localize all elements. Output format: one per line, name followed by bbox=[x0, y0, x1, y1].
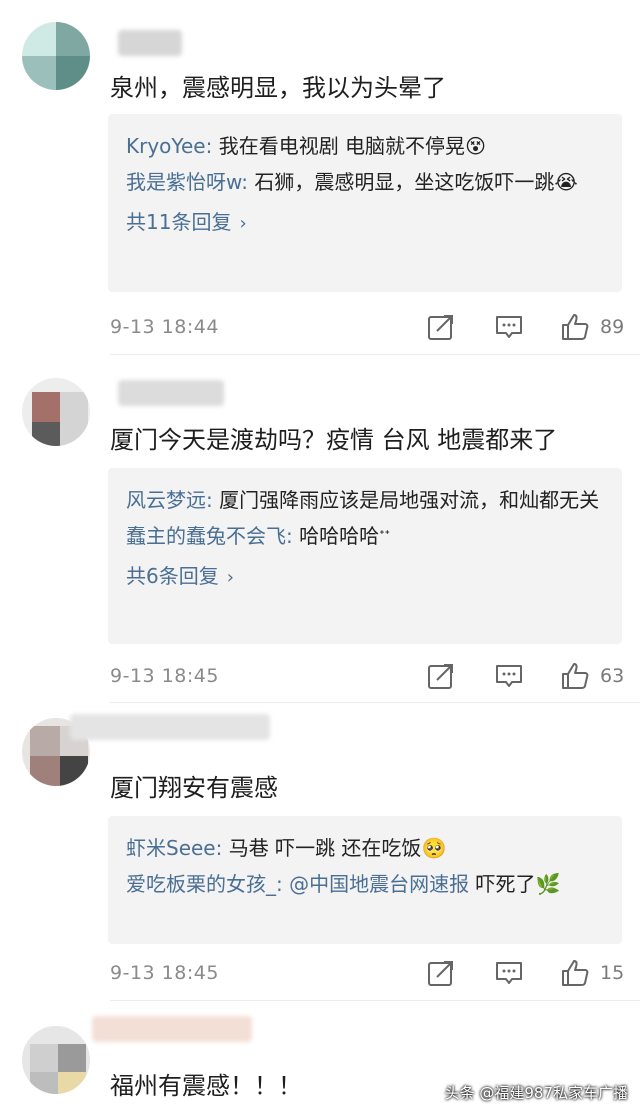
reply-item: 蠢主的蠢兔不会飞: 哈哈哈哈ᕀᕀ bbox=[126, 518, 604, 554]
like-count: 63 bbox=[600, 665, 625, 687]
username-blurred[interactable] bbox=[70, 714, 270, 740]
reply-username[interactable]: KryoYee bbox=[126, 134, 206, 158]
username-blurred[interactable] bbox=[118, 30, 182, 56]
reply-separator: : bbox=[241, 170, 255, 194]
comment-item: 泉州，震感明显，我以为头晕了 KryoYee: 我在看电视剧 电脑就不停晃😵 我… bbox=[0, 0, 640, 356]
reply-username[interactable]: 蠢主的蠢兔不会飞 bbox=[126, 524, 286, 548]
reply-content: 我在看电视剧 电脑就不停晃 bbox=[218, 134, 466, 158]
reply-username[interactable]: 风云梦远 bbox=[126, 488, 206, 512]
reply-item: 爱吃板栗的女孩_: @中国地震台网速报 吓死了🌿 bbox=[126, 866, 604, 902]
comment-icon[interactable] bbox=[494, 661, 524, 691]
like-count: 15 bbox=[600, 962, 625, 984]
comment-text: 泉州，震感明显，我以为头晕了 bbox=[110, 74, 446, 102]
username-blurred[interactable] bbox=[92, 1016, 252, 1042]
reply-box[interactable]: 虾米Seee: 马巷 吓一跳 还在吃饭🥺 爱吃板栗的女孩_: @中国地震台网速报… bbox=[108, 816, 622, 944]
dizzy-face-emoji-icon: 😵 bbox=[465, 134, 486, 158]
avatar[interactable] bbox=[22, 378, 90, 446]
comment-item: 厦门翔安有震感 虾米Seee: 马巷 吓一跳 还在吃饭🥺 爱吃板栗的女孩_: @… bbox=[0, 704, 640, 1001]
reply-separator: : bbox=[286, 524, 300, 548]
mention-link[interactable]: @中国地震台网速报 bbox=[289, 872, 469, 896]
thumbs-up-icon[interactable] bbox=[560, 312, 590, 342]
reply-content: 石狮，震感明显，坐这吃饭吓一跳 bbox=[254, 170, 555, 194]
comment-meta-row: 9-13 18:45 15 bbox=[110, 956, 626, 996]
share-icon[interactable] bbox=[426, 958, 456, 988]
chevron-right-icon: › bbox=[239, 213, 247, 234]
pleading-face-emoji-icon: 🥺 bbox=[421, 836, 447, 860]
comment-text: 福州有震感！！！ bbox=[110, 1072, 302, 1100]
thumbs-up-icon[interactable] bbox=[560, 661, 590, 691]
reply-item: 我是紫怡呀w: 石狮，震感明显，坐这吃饭吓一跳😭 bbox=[126, 164, 604, 200]
reply-separator: : bbox=[276, 872, 290, 896]
comment-time: 9-13 18:45 bbox=[110, 962, 219, 984]
reply-item: 虾米Seee: 马巷 吓一跳 还在吃饭🥺 bbox=[126, 830, 604, 866]
chevron-right-icon: › bbox=[226, 567, 234, 588]
avatar[interactable] bbox=[22, 22, 90, 90]
reply-username[interactable]: 我是紫怡呀w bbox=[126, 170, 241, 194]
herb-emoji-icon: 🌿 bbox=[535, 872, 561, 896]
username-blurred[interactable] bbox=[118, 380, 224, 406]
reply-item: KryoYee: 我在看电视剧 电脑就不停晃😵 bbox=[126, 128, 604, 164]
reply-content: 哈哈哈哈 bbox=[299, 524, 380, 548]
view-more-replies-link[interactable]: 共6条回复 › bbox=[126, 556, 604, 598]
like-count: 89 bbox=[600, 316, 625, 338]
comment-item: 厦门今天是渡劫吗？疫情 台风 地震都来了 风云梦远: 厦门强降雨应该是局地强对流… bbox=[0, 356, 640, 704]
comment-text: 厦门翔安有震感 bbox=[110, 774, 278, 802]
reply-box[interactable]: KryoYee: 我在看电视剧 电脑就不停晃😵 我是紫怡呀w: 石狮，震感明显，… bbox=[108, 114, 622, 292]
reply-username[interactable]: 爱吃板栗的女孩_ bbox=[126, 872, 276, 896]
comment-text: 厦门今天是渡劫吗？疫情 台风 地震都来了 bbox=[110, 426, 558, 454]
avatar[interactable] bbox=[22, 1026, 90, 1094]
comment-meta-row: 9-13 18:44 89 bbox=[110, 310, 626, 350]
comment-icon[interactable] bbox=[494, 312, 524, 342]
comment-meta-row: 9-13 18:45 63 bbox=[110, 659, 626, 699]
share-icon[interactable] bbox=[426, 661, 456, 691]
watermark: 头条 @福建987私家车广播 bbox=[444, 1084, 628, 1102]
share-icon[interactable] bbox=[426, 312, 456, 342]
view-more-replies-link[interactable]: 共11条回复 › bbox=[126, 202, 604, 244]
reply-content: 厦门强降雨应该是局地强对流，和灿都无关 bbox=[219, 488, 600, 512]
comment-time: 9-13 18:44 bbox=[110, 316, 219, 338]
reply-box[interactable]: 风云梦远: 厦门强降雨应该是局地强对流，和灿都无关 蠢主的蠢兔不会飞: 哈哈哈哈… bbox=[108, 468, 622, 644]
divider bbox=[110, 354, 640, 355]
reply-content: 马巷 吓一跳 还在吃饭 bbox=[228, 836, 422, 860]
comment-time: 9-13 18:45 bbox=[110, 665, 219, 687]
comment-icon[interactable] bbox=[494, 958, 524, 988]
reply-separator: : bbox=[215, 836, 229, 860]
sweat-emoji-icon: ᕀᕀ bbox=[379, 528, 391, 544]
divider bbox=[110, 702, 640, 703]
reply-content: 吓死了 bbox=[469, 872, 536, 896]
view-more-label: 共11条回复 bbox=[126, 210, 232, 234]
crying-face-emoji-icon: 😭 bbox=[554, 170, 578, 194]
reply-username[interactable]: 虾米Seee bbox=[126, 836, 216, 860]
reply-separator: : bbox=[206, 488, 220, 512]
thumbs-up-icon[interactable] bbox=[560, 958, 590, 988]
reply-separator: : bbox=[205, 134, 219, 158]
view-more-label: 共6条回复 bbox=[126, 564, 219, 588]
reply-item: 风云梦远: 厦门强降雨应该是局地强对流，和灿都无关 bbox=[126, 482, 604, 518]
